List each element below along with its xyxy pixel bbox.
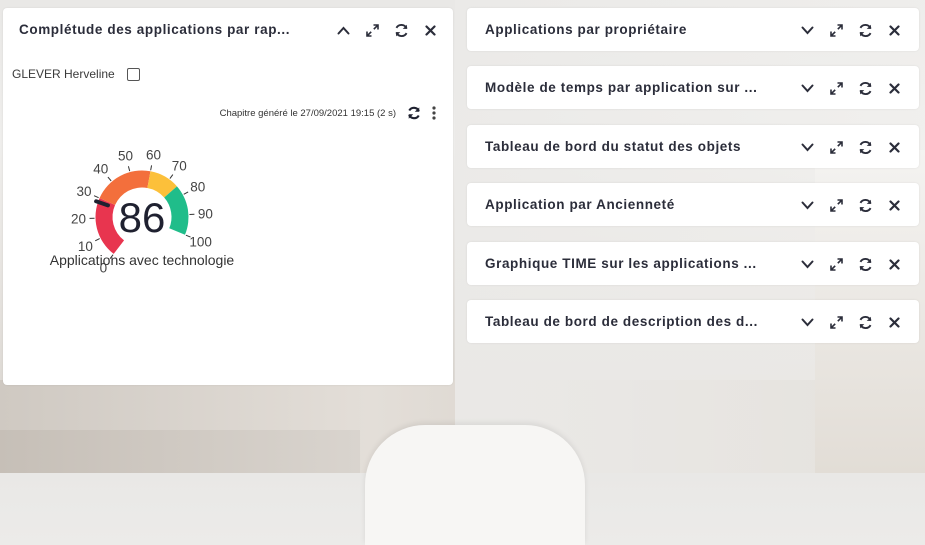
close-button[interactable] <box>880 18 909 42</box>
chevron-down-icon <box>801 143 814 152</box>
refresh-button[interactable] <box>851 310 880 334</box>
panel-object-status-dashboard: Tableau de bord du statut des objets <box>467 125 919 168</box>
gauge-tick-label: 60 <box>146 148 161 163</box>
refresh-button[interactable] <box>851 193 880 217</box>
gauge-tick <box>95 239 99 241</box>
expand-panel-button[interactable] <box>793 193 822 217</box>
gauge-tick <box>94 196 99 198</box>
expand-icon <box>830 141 843 154</box>
gauge-tick <box>108 177 111 181</box>
maximize-button[interactable] <box>822 310 851 334</box>
panel-description-dashboard: Tableau de bord de description des d... <box>467 300 919 343</box>
gauge-tick-label: 100 <box>189 234 212 249</box>
gauge-label: Applications avec technologie <box>50 252 235 268</box>
gauge-tick <box>151 165 152 170</box>
panel-time-model-by-application: Modèle de temps par application sur ... <box>467 66 919 109</box>
expand-panel-button[interactable] <box>793 252 822 276</box>
panel-title: Tableau de bord de description des d... <box>485 314 797 329</box>
close-button[interactable] <box>880 135 909 159</box>
close-button[interactable] <box>880 310 909 334</box>
refresh-icon <box>858 140 873 155</box>
chevron-down-icon <box>801 84 814 93</box>
gauge-tick <box>170 175 173 179</box>
gauge-tick-label: 80 <box>190 180 205 195</box>
gauge-tick-label: 90 <box>198 207 213 222</box>
refresh-icon <box>858 23 873 38</box>
chevron-down-icon <box>801 26 814 35</box>
chevron-down-icon <box>801 260 814 269</box>
chevron-down-icon <box>801 318 814 327</box>
gauge-tick-label: 50 <box>118 149 133 164</box>
maximize-button[interactable] <box>822 252 851 276</box>
expand-icon <box>830 24 843 37</box>
panel-title: Applications par propriétaire <box>485 22 797 37</box>
panel-time-chart-applications: Graphique TIME sur les applications ... <box>467 242 919 285</box>
refresh-icon <box>858 81 873 96</box>
gauge-tick-label: 20 <box>71 212 86 227</box>
maximize-button[interactable] <box>822 135 851 159</box>
panel-applications-by-owner: Applications par propriétaire <box>467 8 919 51</box>
panel-title: Modèle de temps par application sur ... <box>485 80 797 95</box>
refresh-icon <box>858 315 873 330</box>
panel-title: Graphique TIME sur les applications ... <box>485 256 797 271</box>
maximize-button[interactable] <box>822 18 851 42</box>
close-icon <box>889 317 900 328</box>
gauge-tick-label: 30 <box>76 184 91 199</box>
panel-title: Tableau de bord du statut des objets <box>485 139 797 154</box>
panel-application-by-age: Application par Ancienneté <box>467 183 919 226</box>
close-icon <box>889 259 900 270</box>
close-icon <box>889 142 900 153</box>
close-icon <box>889 25 900 36</box>
refresh-button[interactable] <box>851 76 880 100</box>
gauge-tick <box>184 192 188 194</box>
refresh-button[interactable] <box>851 18 880 42</box>
expand-panel-button[interactable] <box>793 135 822 159</box>
expand-panel-button[interactable] <box>793 310 822 334</box>
maximize-button[interactable] <box>822 193 851 217</box>
expand-panel-button[interactable] <box>793 18 822 42</box>
refresh-button[interactable] <box>851 252 880 276</box>
gauge-tick-label: 40 <box>93 162 108 177</box>
close-button[interactable] <box>880 193 909 217</box>
refresh-button[interactable] <box>851 135 880 159</box>
expand-icon <box>830 316 843 329</box>
gauge-panel: Complétude des applications par rap... G… <box>3 8 453 385</box>
expand-icon <box>830 199 843 212</box>
expand-icon <box>830 258 843 271</box>
chevron-down-icon <box>801 201 814 210</box>
gauge-tick <box>128 166 129 171</box>
refresh-icon <box>858 198 873 213</box>
panel-title: Application par Ancienneté <box>485 197 797 212</box>
gauge-tick-label: 70 <box>172 159 187 174</box>
close-icon <box>889 200 900 211</box>
close-button[interactable] <box>880 252 909 276</box>
expand-panel-button[interactable] <box>793 76 822 100</box>
gauge-value: 86 <box>119 194 166 241</box>
maximize-button[interactable] <box>822 76 851 100</box>
expand-icon <box>830 82 843 95</box>
refresh-icon <box>858 257 873 272</box>
close-button[interactable] <box>880 76 909 100</box>
close-icon <box>889 83 900 94</box>
gauge-chart: 0102030405060708090100 86 Applications a… <box>3 8 453 385</box>
